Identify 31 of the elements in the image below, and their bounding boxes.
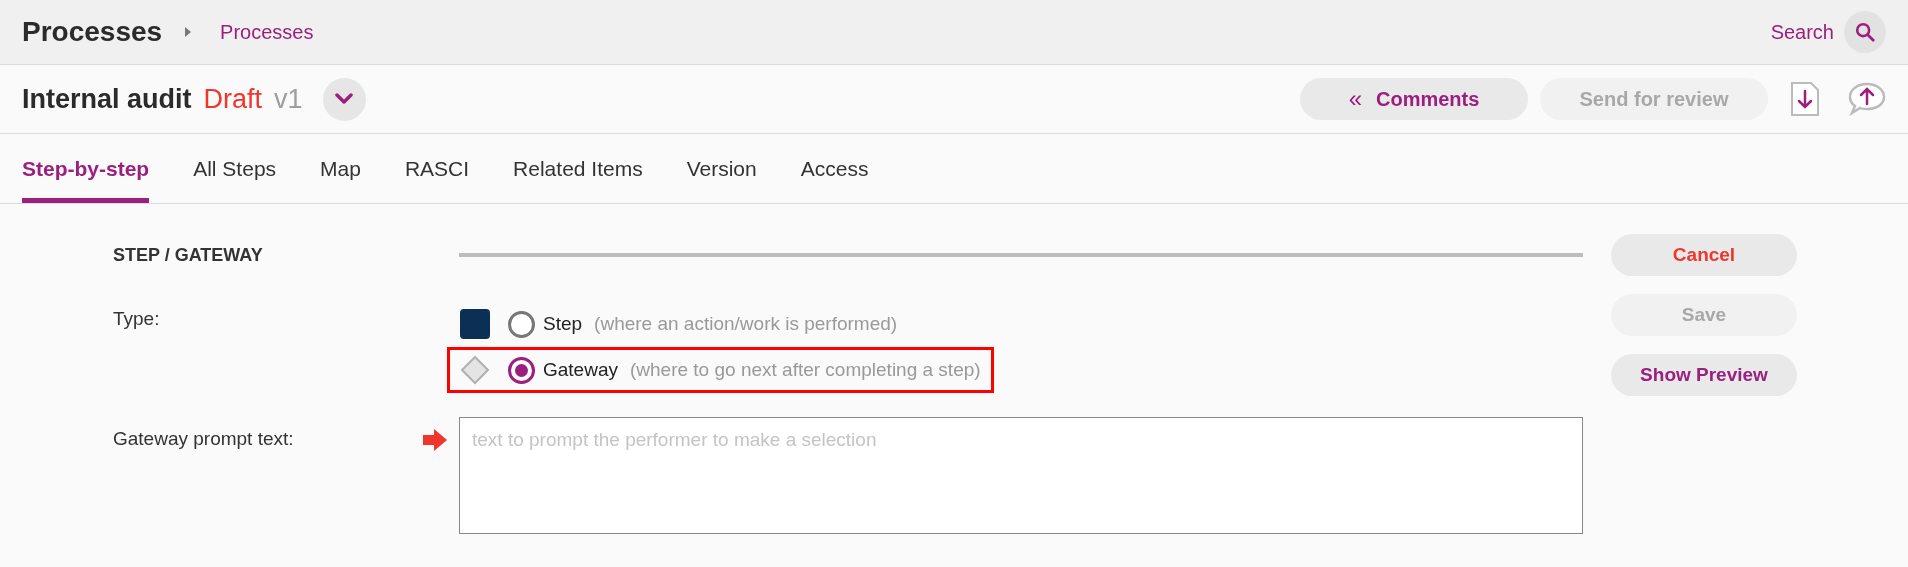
search-icon: [1854, 21, 1876, 43]
section-heading: STEP / GATEWAY: [113, 243, 264, 267]
comments-button[interactable]: « Comments: [1300, 78, 1528, 120]
tab[interactable]: Step-by-step: [22, 134, 150, 203]
gateway-diamond-icon: [460, 355, 490, 385]
step-square-icon: [460, 309, 490, 339]
type-label: Type:: [113, 307, 161, 331]
breadcrumb-caret-icon: [184, 26, 193, 38]
document-title: Internal audit: [22, 82, 192, 116]
radio-option[interactable]: Step (where an action/work is performed): [508, 309, 898, 339]
tab[interactable]: Version: [686, 134, 757, 203]
tab[interactable]: Related Items: [513, 134, 643, 203]
tab[interactable]: Access: [800, 134, 869, 203]
radio-button[interactable]: [508, 310, 535, 338]
prompt-label: Gateway prompt text:: [113, 427, 295, 451]
action-button[interactable]: Show Preview: [1611, 354, 1797, 396]
download-document-icon[interactable]: [1790, 81, 1820, 117]
upload-speech-bubble-icon[interactable]: [1848, 82, 1886, 116]
radio-button[interactable]: [508, 356, 535, 384]
radio-option[interactable]: Gateway (where to go next after completing a step): [508, 355, 981, 385]
tab[interactable]: All Steps: [193, 134, 277, 203]
tab[interactable]: Map: [320, 134, 361, 203]
tab[interactable]: RASCI: [404, 134, 470, 203]
chevron-down-icon: [334, 93, 355, 105]
breadcrumb-link[interactable]: Processes: [220, 17, 314, 47]
page-title: Processes: [22, 15, 163, 49]
search-button[interactable]: [1844, 11, 1886, 53]
status-label: Draft: [203, 82, 263, 116]
search-link[interactable]: Search: [1770, 17, 1834, 47]
prompt-text-field[interactable]: text to prompt the performer to make a selection: [459, 417, 1583, 534]
version-label: v1: [274, 82, 303, 116]
